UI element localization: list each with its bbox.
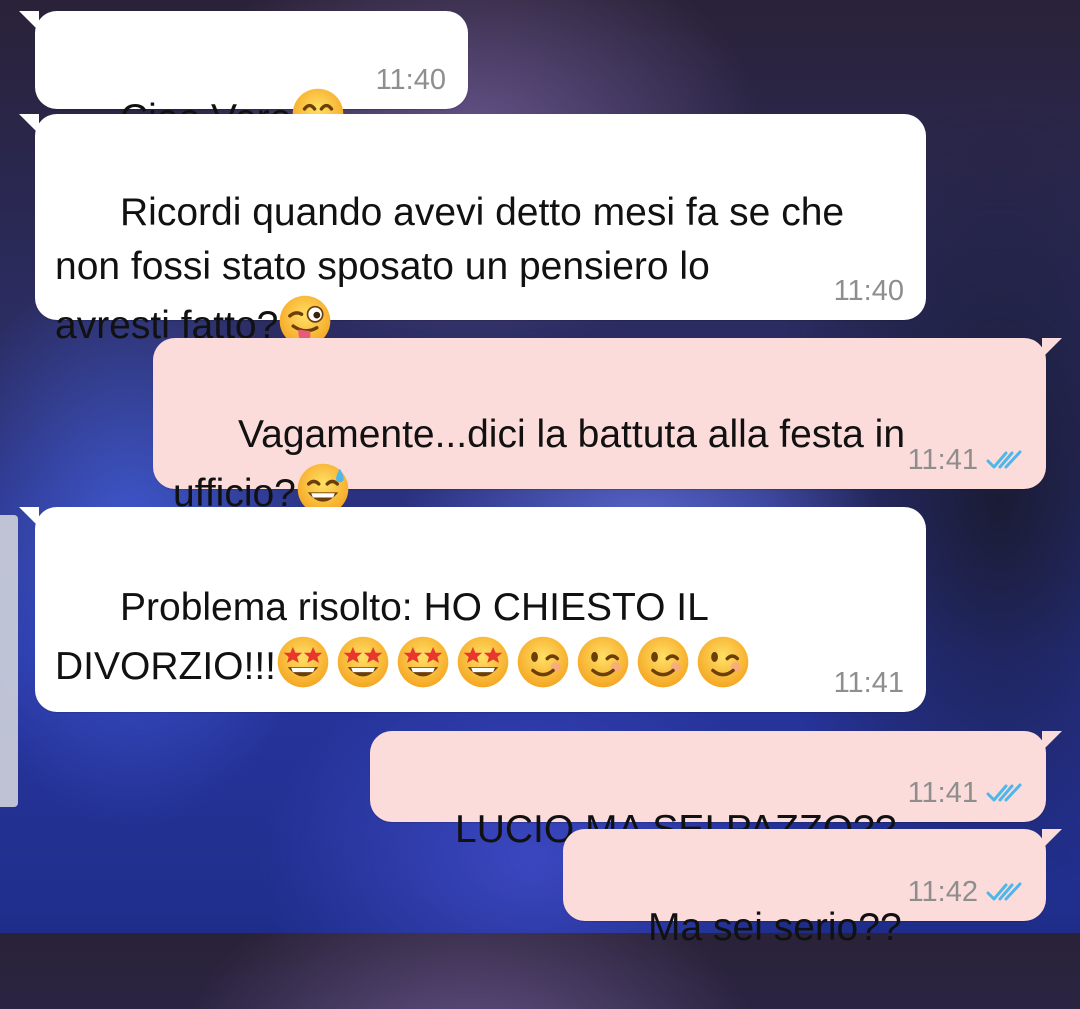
star-struck-icon	[456, 635, 516, 689]
message-time: 11:41	[907, 777, 978, 809]
message-bubble-outgoing[interactable]: LUCIO MA SEI PAZZO?? 11:41	[370, 731, 1062, 851]
winking-face-icon	[696, 635, 756, 689]
message-meta: 11:42	[908, 877, 1024, 907]
message-text-wrap: Problema risolto: HO CHIESTO IL DIVORZIO!…	[55, 527, 756, 748]
star-struck-icon	[336, 635, 396, 689]
message-time: 11:42	[907, 876, 978, 908]
message-time: 11:40	[833, 275, 904, 307]
message-meta: 11:40	[834, 276, 904, 306]
star-struck-icon	[276, 635, 336, 689]
message-bubble-incoming[interactable]: Ricordi quando avevi detto mesi fa se ch…	[19, 114, 926, 320]
message-meta: 11:41	[834, 668, 904, 698]
message-text: Vagamente...dici la battuta alla festa i…	[173, 413, 906, 515]
message-bubble-incoming[interactable]: Problema risolto: HO CHIESTO IL DIVORZIO!…	[19, 507, 926, 712]
message-meta: 11:41	[908, 445, 1024, 475]
message-time: 11:40	[375, 64, 446, 96]
star-struck-icon	[396, 635, 456, 689]
winking-face-icon	[636, 635, 696, 689]
winking-face-icon	[516, 635, 576, 689]
message-bubble-outgoing[interactable]: Ma sei serio?? 11:42	[563, 829, 1062, 949]
chat-area[interactable]: Ciao Vero 11:40 Ricordi quando avevi det…	[0, 0, 1080, 949]
double-check-icon	[986, 449, 1024, 471]
message-time: 11:41	[833, 667, 904, 699]
message-text: DIVORZIO!!!	[55, 645, 277, 688]
message-meta: 11:41	[908, 778, 1024, 808]
winking-face-icon	[576, 635, 636, 689]
message-meta: 11:40	[376, 65, 446, 95]
message-bubble-outgoing[interactable]: Vagamente...dici la battuta alla festa i…	[153, 338, 1062, 489]
message-text: Problema risolto: HO CHIESTO IL	[120, 586, 709, 629]
double-check-icon	[986, 881, 1024, 903]
side-drawer-handle[interactable]	[0, 515, 18, 807]
double-check-icon	[986, 782, 1024, 804]
message-time: 11:41	[907, 444, 978, 476]
message-text: Ricordi quando avevi detto mesi fa se ch…	[55, 191, 845, 347]
message-bubble-incoming[interactable]: Ciao Vero 11:40	[19, 11, 468, 109]
message-text: Ma sei serio??	[648, 906, 902, 949]
message-text-wrap: Ma sei serio??	[583, 847, 902, 1009]
